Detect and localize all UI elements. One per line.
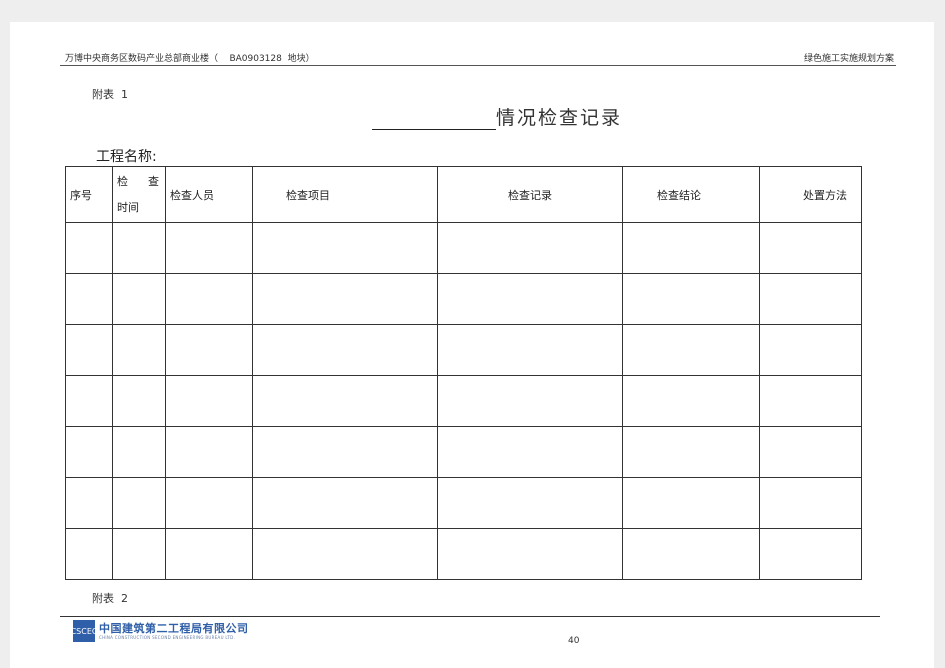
col-header-conclusion: 检查结论 — [622, 166, 760, 223]
company-logo: CSCEC 中国建筑第二工程局有限公司 CHINA CONSTRUCTION S… — [71, 620, 249, 642]
table-cell[interactable] — [165, 426, 253, 478]
table-cell[interactable] — [622, 324, 760, 376]
table-cell[interactable] — [112, 324, 166, 376]
table-cell[interactable] — [759, 222, 862, 274]
table-cell[interactable] — [112, 528, 166, 580]
col-header-inspector: 检查人员 — [165, 166, 253, 223]
document-page: 万博中央商务区数码产业总部商业楼（ BA0903128 地块） 绿色施工实施规划… — [10, 22, 934, 668]
cscec-logo-icon: CSCEC — [71, 620, 97, 642]
table-cell[interactable] — [252, 477, 438, 529]
table-cell[interactable] — [437, 375, 623, 427]
col-header-handling: 处置方法 — [759, 166, 862, 223]
table-cell[interactable] — [65, 426, 113, 478]
table-row — [65, 375, 862, 427]
inspection-record-table: 序号 检 查 时间 检查人员 检查项目 检查记录 检查结论 处置方法 — [65, 166, 862, 580]
col-header-time-line2: 时间 — [117, 200, 139, 214]
table-header-row: 序号 检 查 时间 检查人员 检查项目 检查记录 检查结论 处置方法 — [65, 166, 862, 223]
table-cell[interactable] — [252, 324, 438, 376]
table-row — [65, 528, 862, 580]
table-cell[interactable] — [165, 273, 253, 325]
table-cell[interactable] — [165, 324, 253, 376]
table-cell[interactable] — [622, 273, 760, 325]
table-cell[interactable] — [622, 222, 760, 274]
table-cell[interactable] — [759, 273, 862, 325]
table-cell[interactable] — [165, 477, 253, 529]
table-cell[interactable] — [112, 375, 166, 427]
project-name-label: 工程名称: — [96, 149, 157, 165]
page-number: 40 — [568, 636, 580, 646]
table-cell[interactable] — [65, 273, 113, 325]
col-header-item: 检查项目 — [252, 166, 438, 223]
table-cell[interactable] — [759, 375, 862, 427]
table-cell[interactable] — [65, 528, 113, 580]
table-cell[interactable] — [252, 273, 438, 325]
table-row — [65, 477, 862, 529]
table-cell[interactable] — [437, 324, 623, 376]
table-cell[interactable] — [437, 477, 623, 529]
table-cell[interactable] — [759, 528, 862, 580]
table-cell[interactable] — [622, 477, 760, 529]
table-cell[interactable] — [165, 528, 253, 580]
table-cell[interactable] — [65, 375, 113, 427]
appendix-label-1: 附表 1 — [92, 88, 128, 101]
table-cell[interactable] — [112, 273, 166, 325]
table-cell[interactable] — [437, 426, 623, 478]
title-text: 情况检查记录 — [496, 107, 623, 129]
company-name-cn: 中国建筑第二工程局有限公司 — [99, 621, 249, 635]
table-row — [65, 324, 862, 376]
col-header-time: 检 查 时间 — [112, 166, 166, 223]
form-title: 情况检查记录 — [372, 106, 622, 130]
company-name-en: CHINA CONSTRUCTION SECOND ENGINEERING BU… — [99, 634, 236, 640]
table-cell[interactable] — [165, 375, 253, 427]
table-cell[interactable] — [252, 426, 438, 478]
table-cell[interactable] — [112, 222, 166, 274]
header-project-title: 万博中央商务区数码产业总部商业楼（ BA0903128 地块） — [65, 54, 315, 64]
header-document-title: 绿色施工实施规划方案 — [803, 54, 894, 64]
footer-divider — [60, 616, 880, 617]
table-cell[interactable] — [112, 426, 166, 478]
col-header-time-char2: 查 — [148, 174, 159, 188]
table-cell[interactable] — [622, 426, 760, 478]
table-row — [65, 426, 862, 478]
table-cell[interactable] — [65, 324, 113, 376]
table-cell[interactable] — [65, 477, 113, 529]
col-header-time-char1: 检 — [117, 174, 128, 188]
table-cell[interactable] — [165, 222, 253, 274]
table-cell[interactable] — [437, 222, 623, 274]
table-cell[interactable] — [112, 477, 166, 529]
table-cell[interactable] — [252, 222, 438, 274]
col-header-index: 序号 — [65, 166, 113, 223]
table-row — [65, 273, 862, 325]
table-cell[interactable] — [622, 528, 760, 580]
table-cell[interactable] — [65, 222, 113, 274]
table-row — [65, 222, 862, 274]
table-cell[interactable] — [759, 426, 862, 478]
table-cell[interactable] — [622, 375, 760, 427]
table-cell[interactable] — [437, 528, 623, 580]
table-cell[interactable] — [252, 375, 438, 427]
appendix-label-2: 附表 2 — [92, 592, 128, 605]
table-cell[interactable] — [759, 477, 862, 529]
table-cell[interactable] — [437, 273, 623, 325]
table-cell[interactable] — [252, 528, 438, 580]
title-blank-line — [372, 107, 496, 130]
table-cell[interactable] — [759, 324, 862, 376]
col-header-record: 检查记录 — [437, 166, 623, 223]
header-divider — [60, 65, 896, 66]
